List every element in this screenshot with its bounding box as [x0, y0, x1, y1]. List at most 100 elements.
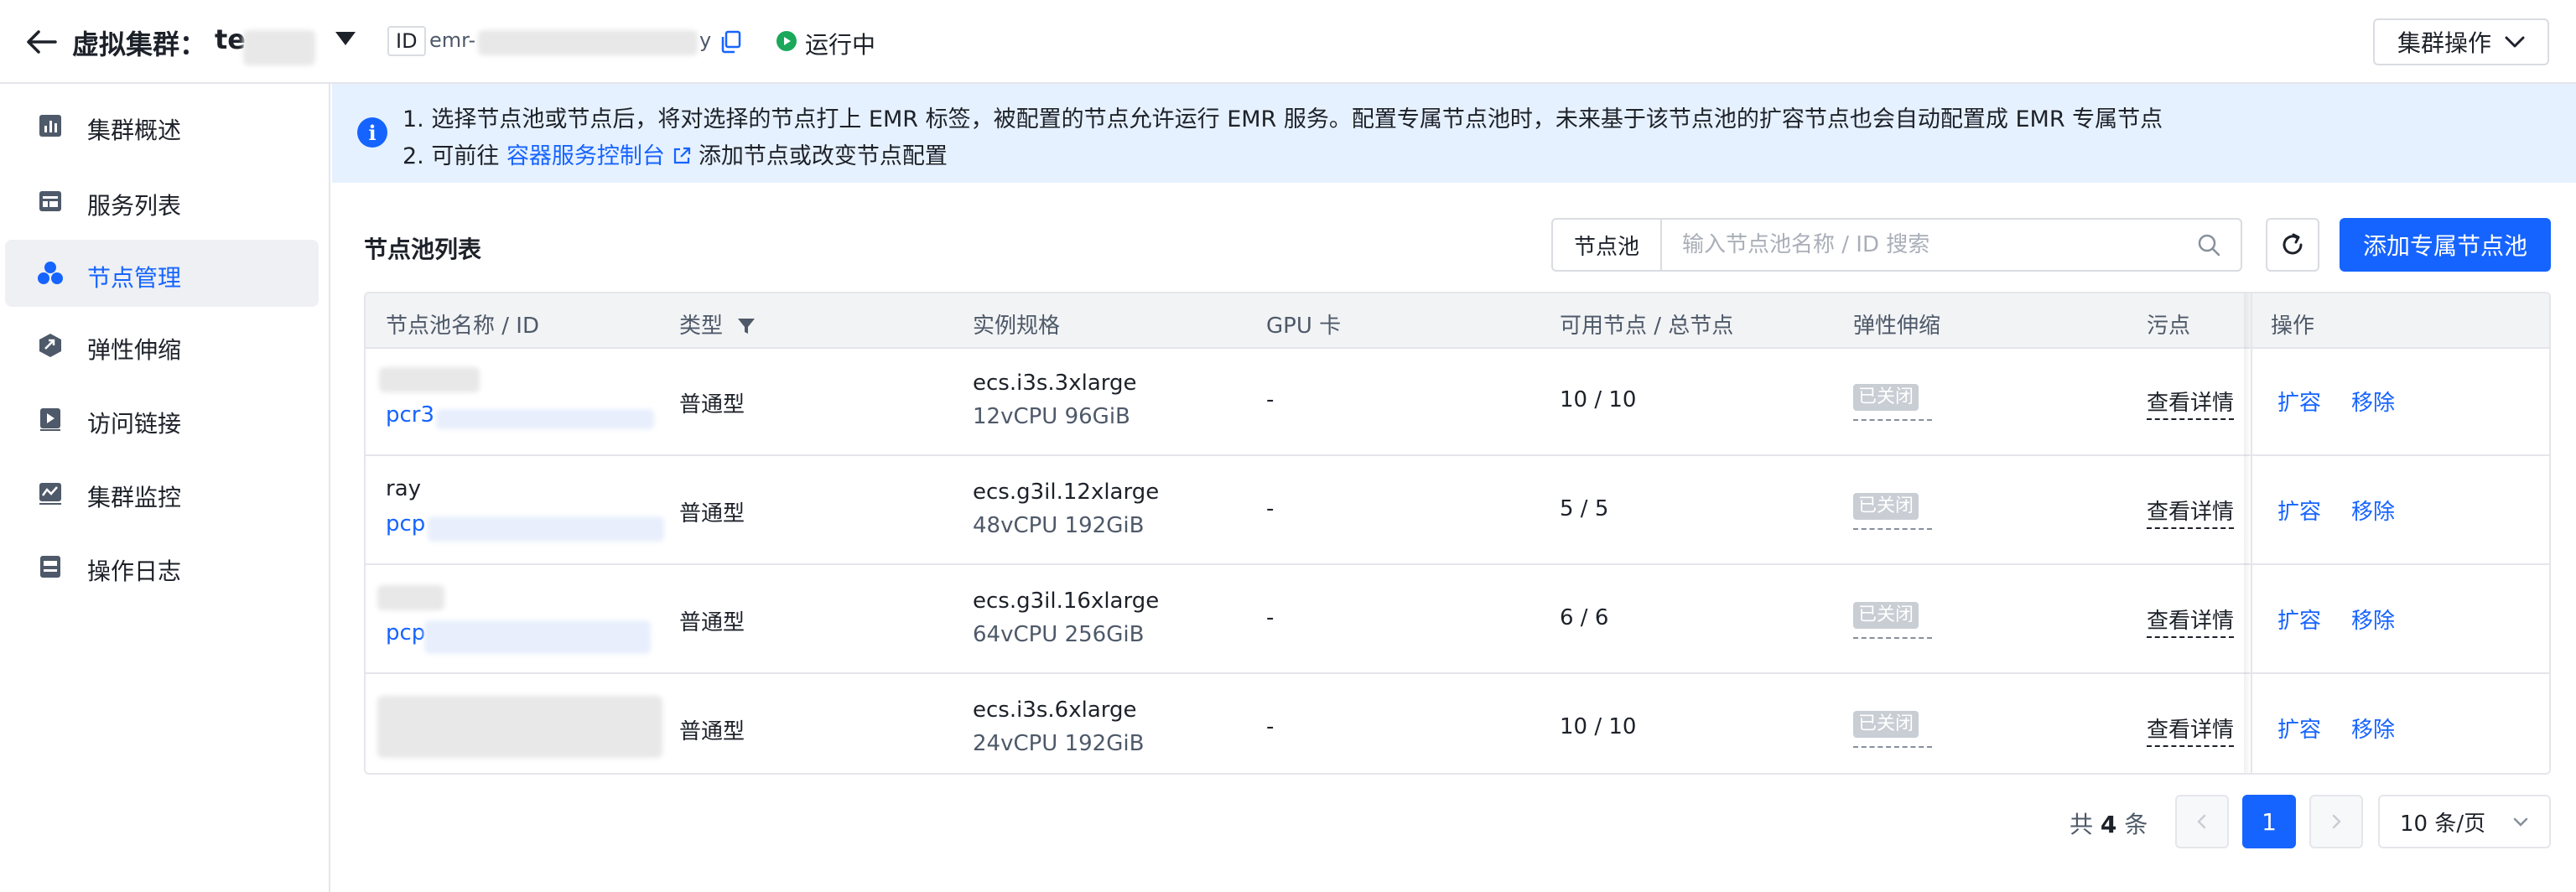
expand-button[interactable]: 扩容 [2277, 495, 2321, 526]
sidebar-item-logs[interactable]: 操作日志 [5, 533, 319, 600]
instance-spec: ecs.i3s.6xlarge [973, 698, 1137, 723]
banner-line-2-suffix: 添加节点或改变节点配置 [698, 143, 948, 169]
expand-button[interactable]: 扩容 [2277, 386, 2321, 417]
sidebar-item-monitor[interactable]: 集群监控 [5, 459, 319, 526]
badge-underline [1853, 528, 1932, 530]
redacted-pool-name [379, 367, 480, 392]
pool-id-link[interactable]: pcp [386, 511, 425, 537]
badge-underline [1853, 419, 1932, 421]
table-row: ray pcp 普通型 ecs.g3il.12xlarge 48vCPU 192… [366, 458, 2549, 565]
next-page-button[interactable] [2309, 795, 2363, 848]
chevron-left-icon [2197, 814, 2206, 829]
col-header-actions: 操作 [2271, 314, 2315, 339]
remove-button[interactable]: 移除 [2351, 604, 2395, 635]
expand-button[interactable]: 扩容 [2277, 604, 2321, 635]
search-group: 节点池 [1551, 218, 2242, 272]
pool-type: 普通型 [679, 392, 745, 417]
col-header-gpu: GPU 卡 [1266, 314, 1342, 339]
external-link-icon[interactable] [672, 146, 692, 166]
taint-detail-link[interactable]: 查看详情 [2147, 713, 2235, 747]
node-count: 6 / 6 [1560, 605, 1609, 630]
taint-detail-link[interactable]: 查看详情 [2147, 386, 2235, 420]
table-header: 节点池名称 / ID 类型 实例规格 GPU 卡 可用节点 / 总节点 弹性伸缩… [366, 293, 2549, 349]
banner-line-2: 2. 可前往 容器服务控制台 添加节点或改变节点配置 [402, 137, 948, 170]
total-number: 4 [2100, 811, 2117, 838]
scaling-status-badge: 已关闭 [1853, 711, 1919, 738]
page-number-1[interactable]: 1 [2242, 795, 2296, 848]
col-header-type-label: 类型 [679, 314, 724, 339]
col-header-name: 节点池名称 / ID [386, 314, 539, 339]
caret-down-icon[interactable] [335, 32, 356, 45]
redacted-cluster-id [478, 30, 698, 55]
top-header: 虚拟集群： te ID emr- y 运行中 集群操作 [0, 0, 2576, 84]
section-title: 节点池列表 [364, 236, 482, 263]
remove-button[interactable]: 移除 [2351, 386, 2395, 417]
cluster-id-suffix: y [699, 29, 712, 52]
col-header-taint: 污点 [2147, 314, 2191, 339]
total-suffix: 条 [2124, 811, 2148, 838]
pool-id-link[interactable]: pcr3 [386, 402, 434, 428]
prev-page-button[interactable] [2175, 795, 2229, 848]
scaling-status-badge: 已关闭 [1853, 493, 1919, 520]
pool-type: 普通型 [679, 719, 745, 744]
remove-button[interactable]: 移除 [2351, 495, 2395, 526]
gpu-count: - [1266, 714, 1275, 739]
remove-button[interactable]: 移除 [2351, 713, 2395, 744]
sidebar-item-scaling[interactable]: 弹性伸缩 [5, 312, 319, 379]
instance-spec: ecs.g3il.12xlarge [973, 480, 1160, 505]
node-count: 10 / 10 [1560, 714, 1637, 739]
cluster-label: 虚拟集群： [72, 29, 207, 60]
search-type-select[interactable]: 节点池 [1553, 220, 1662, 270]
node-count: 10 / 10 [1560, 387, 1637, 412]
refresh-button[interactable] [2266, 218, 2319, 272]
instance-resources: 48vCPU 192GiB [973, 513, 1145, 538]
page-size-select[interactable]: 10 条/页 [2378, 795, 2551, 848]
refresh-icon [2283, 233, 2303, 255]
taint-detail-link[interactable]: 查看详情 [2147, 604, 2235, 638]
search-icon[interactable] [2197, 233, 2220, 257]
badge-underline [1853, 746, 1932, 748]
pool-type: 普通型 [679, 501, 745, 526]
filter-icon[interactable] [736, 316, 756, 336]
table-row: 普通型 ecs.i3s.6xlarge 24vCPU 192GiB - 10 /… [366, 676, 2549, 773]
cluster-ops-button[interactable]: 集群操作 [2373, 18, 2549, 65]
id-tag: ID [387, 26, 426, 56]
banner-line-1: 1. 选择节点池或节点后，将对选择的节点打上 EMR 标签，被配置的节点允许运行… [402, 106, 2163, 132]
node-pool-table: 节点池名称 / ID 类型 实例规格 GPU 卡 可用节点 / 总节点 弹性伸缩… [364, 292, 2551, 775]
pool-type: 普通型 [679, 610, 745, 635]
instance-spec: ecs.g3il.16xlarge [973, 589, 1160, 614]
redacted-pool-name [377, 585, 444, 610]
instance-resources: 12vCPU 96GiB [973, 404, 1130, 429]
sidebar-item-label: 服务列表 [87, 192, 182, 220]
sidebar-item-services[interactable]: 服务列表 [5, 168, 319, 235]
sidebar-item-label: 弹性伸缩 [87, 336, 182, 364]
back-arrow-icon[interactable] [25, 25, 59, 59]
fixed-column-shadow [2244, 293, 2251, 773]
container-console-link[interactable]: 容器服务控制台 [506, 143, 665, 169]
sidebar-item-label: 操作日志 [87, 558, 182, 585]
col-header-scaling: 弹性伸缩 [1853, 314, 1941, 339]
sidebar-item-nodes[interactable]: 节点管理 [5, 240, 319, 307]
redacted-pool-name-id [377, 696, 662, 758]
sidebar-item-access[interactable]: 访问链接 [5, 386, 319, 453]
info-icon: i [357, 117, 387, 148]
sidebar-item-overview[interactable]: 集群概述 [5, 92, 319, 159]
pool-id-link[interactable]: pcp [386, 620, 425, 646]
scaling-status-badge: 已关闭 [1853, 384, 1919, 411]
pool-name: ray [386, 476, 422, 501]
copy-icon[interactable] [719, 30, 743, 54]
expand-button[interactable]: 扩容 [2277, 713, 2321, 744]
cluster-name: te [215, 23, 246, 55]
taint-detail-link[interactable]: 查看详情 [2147, 495, 2235, 529]
gpu-count: - [1266, 496, 1275, 521]
search-input[interactable] [1662, 220, 2241, 270]
redacted-pool-id [428, 516, 664, 542]
instance-resources: 64vCPU 256GiB [973, 622, 1145, 647]
scaling-status-badge: 已关闭 [1853, 602, 1919, 629]
page-size-label: 10 条/页 [2400, 811, 2486, 837]
sidebar: 集群概述 服务列表 节点管理 弹性伸缩 访问链接 集群监控 操作日志 [0, 84, 330, 892]
add-node-pool-button[interactable]: 添加专属节点池 [2340, 218, 2551, 272]
log-icon [40, 556, 60, 578]
node-cluster-icon [38, 262, 63, 284]
sidebar-item-label: 节点管理 [87, 264, 182, 292]
